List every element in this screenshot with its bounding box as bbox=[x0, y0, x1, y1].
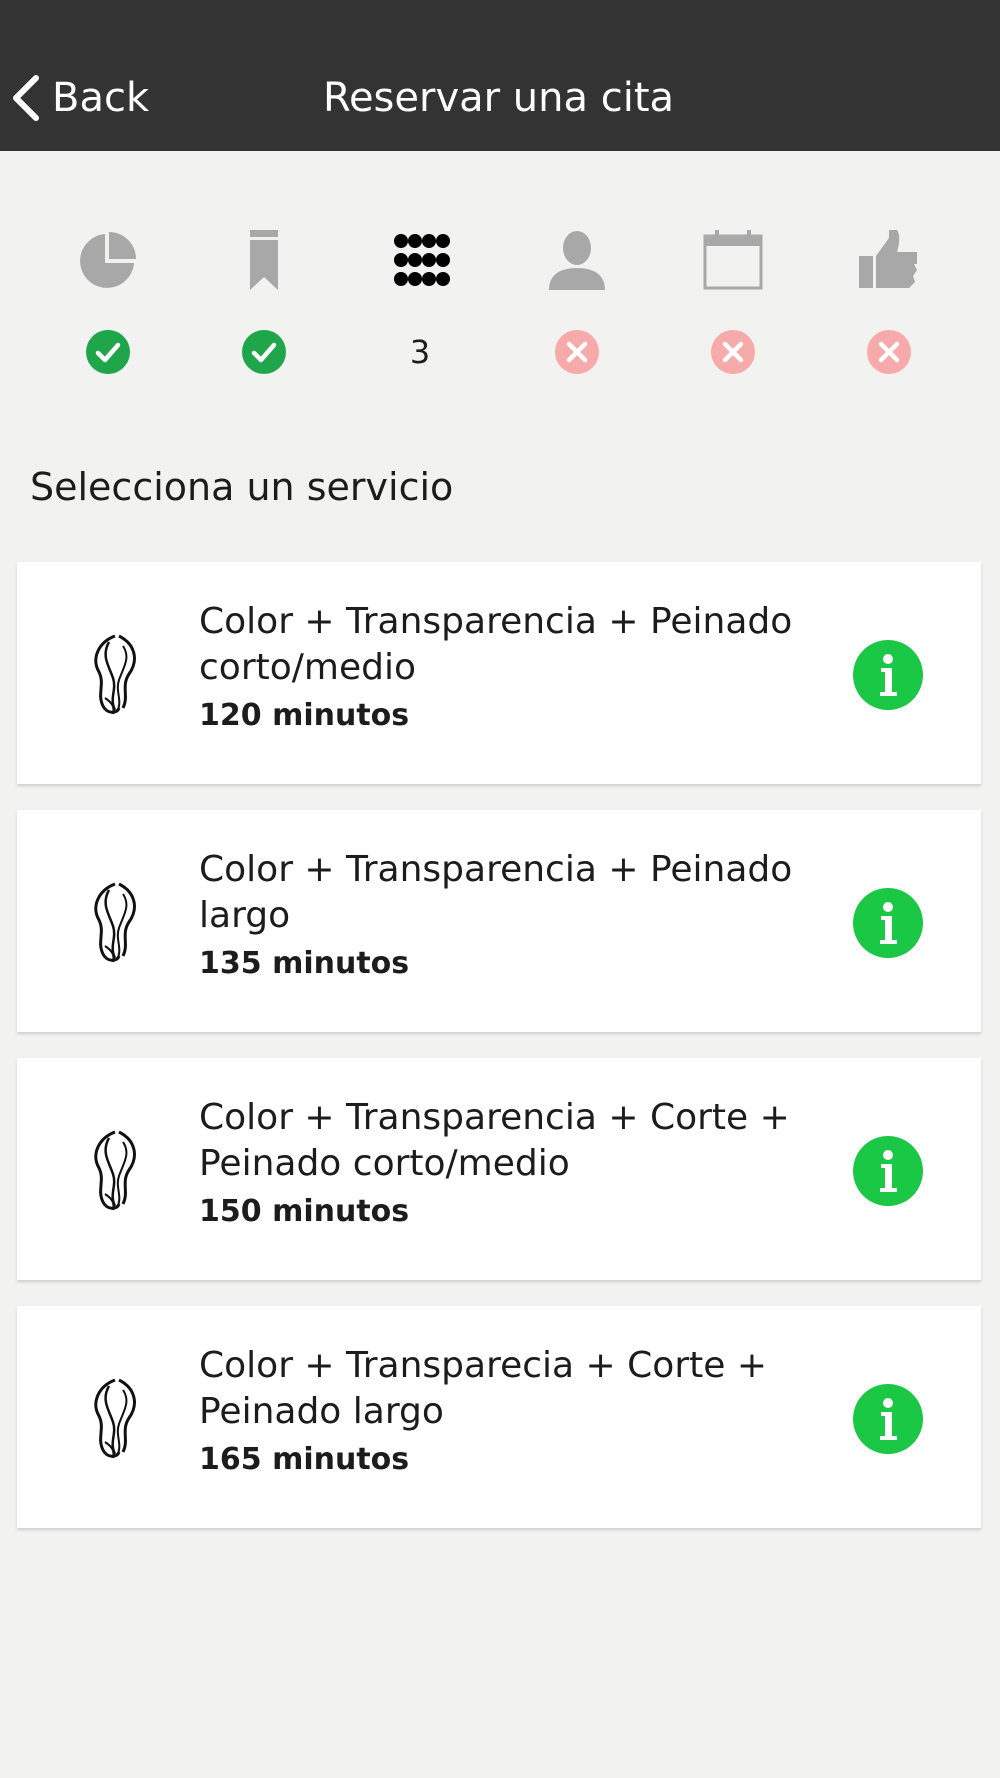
step-1[interactable] bbox=[48, 220, 168, 380]
x-circle-icon bbox=[867, 330, 911, 374]
hair-icon bbox=[79, 1376, 159, 1460]
service-text: Color + Transparencia + Peinado largo 13… bbox=[199, 847, 799, 987]
service-item[interactable]: Color + Transparecia + Corte + Peinado l… bbox=[17, 1306, 981, 1528]
service-name-line2: corto/medio bbox=[199, 647, 416, 688]
user-icon bbox=[547, 230, 607, 290]
info-button[interactable] bbox=[853, 640, 923, 710]
page-title: Reservar una cita bbox=[322, 75, 675, 121]
step-number: 3 bbox=[409, 333, 431, 371]
service-list: Color + Transparencia + Peinado corto/me… bbox=[17, 562, 981, 1554]
info-button[interactable] bbox=[853, 1136, 923, 1206]
service-text: Color + Transparencia + Corte + Peinado … bbox=[199, 1095, 799, 1235]
x-circle-icon bbox=[711, 330, 755, 374]
service-name-line1: Color + Transparencia + Corte + bbox=[199, 1097, 790, 1138]
service-item[interactable]: Color + Transparencia + Peinado largo 13… bbox=[17, 810, 981, 1032]
service-item[interactable]: Color + Transparencia + Peinado corto/me… bbox=[17, 562, 981, 784]
navbar: Back Reservar una cita bbox=[0, 0, 1000, 151]
service-duration: 135 minutos bbox=[199, 946, 410, 981]
service-name-line2: Peinado largo bbox=[199, 1391, 444, 1432]
service-duration: 120 minutos bbox=[199, 698, 410, 733]
section-title: Selecciona un servicio bbox=[30, 465, 454, 509]
step-3[interactable]: 3 bbox=[360, 220, 480, 380]
step-2[interactable] bbox=[204, 220, 324, 380]
info-icon bbox=[853, 888, 923, 958]
service-name-line1: Color + Transparencia + Peinado bbox=[199, 601, 793, 642]
bookmark-icon bbox=[234, 230, 294, 290]
service-name-line1: Color + Transparencia + Peinado bbox=[199, 849, 793, 890]
thumbs-up-icon bbox=[859, 230, 919, 290]
check-circle-icon bbox=[86, 330, 130, 374]
hair-icon bbox=[79, 632, 159, 716]
service-item[interactable]: Color + Transparencia + Corte + Peinado … bbox=[17, 1058, 981, 1280]
service-name-line1: Color + Transparecia + Corte + bbox=[199, 1345, 767, 1386]
x-circle-icon bbox=[555, 330, 599, 374]
booking-steps: 3 bbox=[0, 220, 1000, 380]
service-duration: 165 minutos bbox=[199, 1442, 410, 1477]
pie-chart-icon bbox=[78, 230, 138, 290]
check-circle-icon bbox=[242, 330, 286, 374]
info-icon bbox=[853, 640, 923, 710]
hair-icon bbox=[79, 880, 159, 964]
step-5[interactable] bbox=[673, 220, 793, 380]
info-button[interactable] bbox=[853, 1384, 923, 1454]
service-name-line2: Peinado corto/medio bbox=[199, 1143, 570, 1184]
service-duration: 150 minutos bbox=[199, 1194, 410, 1229]
grid-dots-icon bbox=[390, 230, 450, 290]
service-text: Color + Transparencia + Peinado corto/me… bbox=[199, 599, 799, 739]
step-6[interactable] bbox=[829, 220, 949, 380]
service-name-line2: largo bbox=[199, 895, 291, 936]
hair-icon bbox=[79, 1128, 159, 1212]
info-icon bbox=[853, 1384, 923, 1454]
info-icon bbox=[853, 1136, 923, 1206]
step-4[interactable] bbox=[517, 220, 637, 380]
info-button[interactable] bbox=[853, 888, 923, 958]
calendar-icon bbox=[703, 230, 763, 290]
service-text: Color + Transparecia + Corte + Peinado l… bbox=[199, 1343, 799, 1483]
